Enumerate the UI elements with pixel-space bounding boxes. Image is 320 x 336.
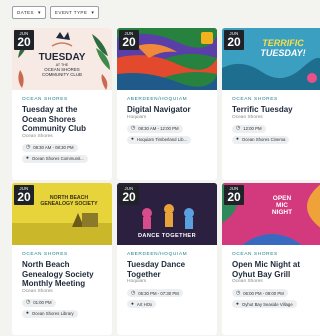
event-place-text: Hoquiam Timberland Lib... <box>136 137 188 142</box>
dates-filter-dropdown[interactable]: DATES ▾ <box>12 6 46 19</box>
event-title[interactable]: Digital Navigator <box>127 105 207 115</box>
event-time-text: 08:30 AM - 08:30 PM <box>33 145 74 150</box>
chevron-down-icon: ▾ <box>37 9 41 16</box>
event-place-text: Art HOx <box>136 301 153 307</box>
event-grid: TUESDAY AT THE OCEAN SHORES COMMUNITY CL… <box>12 28 320 335</box>
event-card[interactable]: NORTH BEACH GENEALOGY SOCIETY JUN 20 OCE… <box>12 183 112 335</box>
event-place-text: Ocean Shores Library <box>31 311 74 316</box>
image-title: MIC <box>276 202 288 209</box>
event-venue: Ocean Shores <box>232 114 263 120</box>
map-pin-icon: ● <box>236 137 239 142</box>
event-time: ◷ 12:00 PM <box>232 124 266 133</box>
event-time: ◷ 08:30 AM - 12:00 PM <box>127 124 183 133</box>
image-title: GENEALOGY SOCIETY <box>40 201 98 207</box>
event-location: OCEAN SHORES <box>22 97 68 102</box>
event-card[interactable]: JUN 20 ABERDEEN/HOQUIAM Digital Navigato… <box>117 28 217 180</box>
date-day: 20 <box>227 190 241 204</box>
image-title: TUESDAY! <box>260 48 306 58</box>
event-time-text: 05:30 PM - 07:30 PM <box>138 290 179 296</box>
clock-icon: ◷ <box>236 290 241 296</box>
event-type-filter-label: EVENT TYPE <box>54 10 88 15</box>
map-pin-icon: ● <box>131 137 134 142</box>
event-location: OCEAN SHORES <box>22 252 68 257</box>
date-badge: JUN 20 <box>14 185 34 205</box>
event-place[interactable]: ● Ocean Shores Communit... <box>22 154 88 163</box>
event-place[interactable]: ● Hoquiam Timberland Lib... <box>127 135 192 144</box>
event-card[interactable]: TERRIFIC TUESDAY! JUN 20 OCEAN SHORES Te… <box>222 28 320 180</box>
event-location: OCEAN SHORES <box>232 97 278 102</box>
date-badge: JUN 20 <box>224 185 244 205</box>
event-place-text: Ocean Shores Communit... <box>31 156 84 161</box>
event-time: ◷ 08:30 AM - 08:30 PM <box>22 143 78 152</box>
event-location: ABERDEEN/HOQUIAM <box>127 252 188 257</box>
clock-icon: ◷ <box>131 126 136 131</box>
map-pin-icon: ● <box>236 301 239 307</box>
event-venue: Ocean Shores <box>232 279 263 284</box>
event-title[interactable]: Tuesday Dance Together <box>127 260 207 279</box>
event-location: ABERDEEN/HOQUIAM <box>127 97 188 102</box>
image-subtitle: COMMUNITY CLUB <box>42 72 82 77</box>
date-day: 20 <box>122 35 136 49</box>
clock-icon: ◷ <box>131 290 136 296</box>
clock-icon: ◷ <box>26 300 31 305</box>
event-time-text: 12:00 PM <box>243 126 262 131</box>
event-time: ◷ 05:30 PM - 07:30 PM <box>127 289 183 297</box>
event-type-filter-dropdown[interactable]: EVENT TYPE ▾ <box>49 6 100 19</box>
event-card[interactable]: OPEN MIC NIGHT JUN 20 OCEAN SHORES Open … <box>222 183 320 335</box>
event-time-text: 08:30 AM - 12:00 PM <box>138 126 179 131</box>
event-place-text: Oyhut Bay Seaside Village <box>241 301 293 307</box>
event-time: ◷ 06:00 PM - 09:00 PM <box>232 289 288 297</box>
image-title: TERRIFIC <box>262 38 304 48</box>
map-pin-icon: ● <box>26 156 29 161</box>
event-place[interactable]: ● Ocean Shores Library <box>22 309 78 318</box>
event-title[interactable]: Open Mic Night at Oyhut Bay Grill <box>232 260 312 279</box>
date-badge: JUN 20 <box>119 185 139 205</box>
event-title[interactable]: North Beach Genealogy Society Monthly Me… <box>22 260 102 289</box>
event-time: ◷ 01:00 PM <box>22 298 56 307</box>
date-badge: JUN 20 <box>224 30 244 50</box>
date-day: 20 <box>17 35 31 49</box>
filter-bar: DATES ▾ EVENT TYPE ▾ <box>12 6 100 19</box>
date-day: 20 <box>17 190 31 204</box>
chevron-down-icon: ▾ <box>91 9 95 16</box>
event-time-text: 01:00 PM <box>33 300 52 305</box>
dates-filter-label: DATES <box>17 10 34 15</box>
event-card[interactable]: TUESDAY AT THE OCEAN SHORES COMMUNITY CL… <box>12 28 112 180</box>
event-place[interactable]: ● Ocean Shores Cinema <box>232 135 290 144</box>
event-title[interactable]: Terrific Tuesday <box>232 105 312 115</box>
date-day: 20 <box>122 190 136 204</box>
date-badge: JUN 20 <box>14 30 34 50</box>
image-title: OPEN <box>272 195 292 202</box>
map-pin-icon: ● <box>131 301 134 307</box>
image-title: TUESDAY <box>38 52 86 63</box>
event-venue: Ocean Shores <box>22 288 53 294</box>
map-pin-icon: ● <box>26 311 29 316</box>
event-venue: Hoquiam <box>127 114 147 120</box>
date-badge: JUN 20 <box>119 30 139 50</box>
event-place[interactable]: ● Art HOx <box>127 300 157 308</box>
event-place-text: Ocean Shores Cinema <box>241 137 286 142</box>
event-venue: Ocean Shores <box>22 133 53 139</box>
event-location: OCEAN SHORES <box>232 252 278 257</box>
event-card[interactable]: DANCE TOGETHER JUN 20 ABERDEEN/HOQUIAM T… <box>117 183 217 335</box>
event-title[interactable]: Tuesday at the Ocean Shores Community Cl… <box>22 105 102 134</box>
image-title: DANCE TOGETHER <box>137 233 197 239</box>
date-day: 20 <box>227 35 241 49</box>
clock-icon: ◷ <box>26 145 31 150</box>
event-place[interactable]: ● Oyhut Bay Seaside Village <box>232 300 297 308</box>
event-time-text: 06:00 PM - 09:00 PM <box>243 290 284 296</box>
image-title: NIGHT <box>271 209 293 216</box>
clock-icon: ◷ <box>236 126 241 131</box>
event-venue: Hoquiam <box>127 279 147 284</box>
